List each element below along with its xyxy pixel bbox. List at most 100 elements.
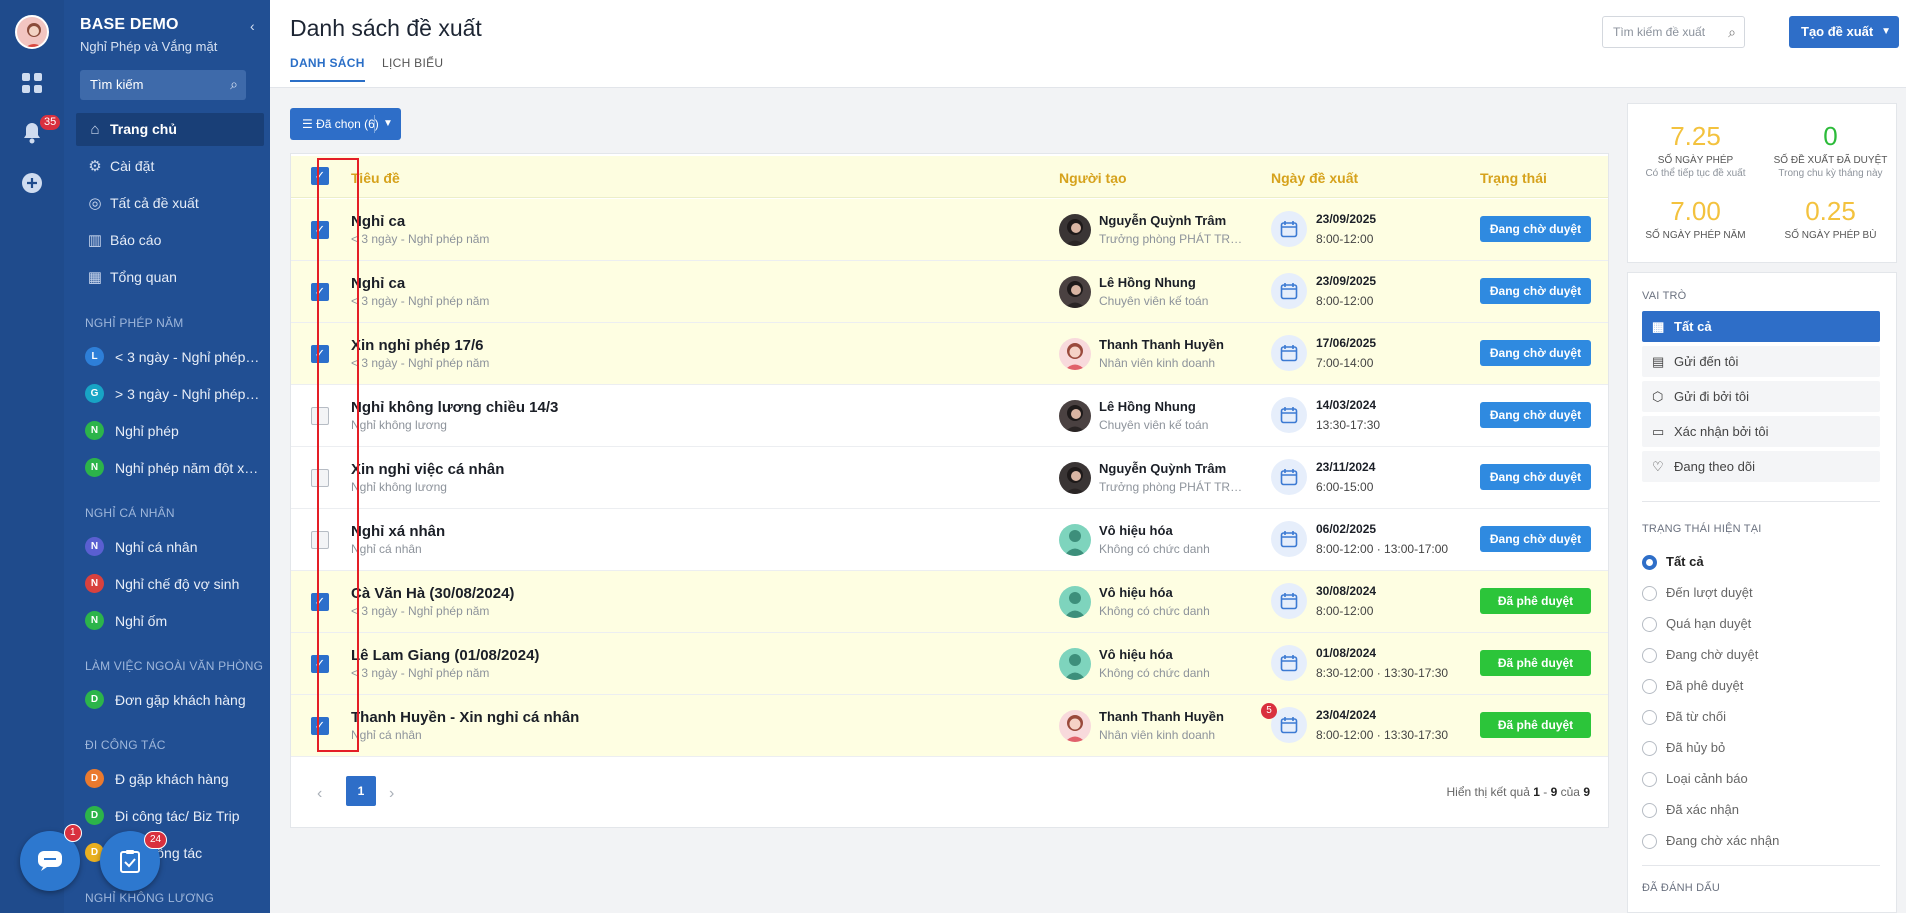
role-following[interactable]: ♡ Đang theo dõi (1642, 451, 1880, 482)
radio-button[interactable] (1642, 741, 1657, 756)
request-title[interactable]: Thanh Huyền - Xin nghỉ cá nhân (351, 709, 579, 726)
column-creator[interactable]: Người tạo (1059, 170, 1127, 186)
request-date: 23/09/2025 (1316, 212, 1377, 226)
nav-item-home[interactable]: ⌂ Trang chủ (76, 113, 264, 146)
gear-icon: ⚙ (88, 158, 102, 175)
creator-name: Vô hiệu hóa (1099, 523, 1173, 538)
request-title[interactable]: Nghỉ xá nhân (351, 523, 445, 540)
category-item[interactable]: N Nghỉ phép năm đột xuất (85, 456, 260, 480)
stat-sublabel: Trong chu kỳ tháng này (1778, 168, 1883, 179)
radio-button[interactable] (1642, 586, 1657, 601)
radio-button[interactable] (1642, 772, 1657, 787)
selected-dropdown-button[interactable]: ☰ Đã chọn (6) ▼ (290, 108, 401, 140)
request-date: 01/08/2024 (1316, 646, 1377, 660)
pagination-to: 9 (1550, 785, 1558, 799)
status-filter-option[interactable]: Loại cảnh báo (1642, 770, 1748, 790)
category-label: Nghỉ phép (115, 423, 179, 439)
tab-list[interactable]: DANH SÁCH (290, 56, 365, 82)
request-title[interactable]: Cà Văn Hà (30/08/2024) (351, 585, 514, 602)
request-title[interactable]: Nghỉ ca (351, 213, 405, 230)
sidebar: BASE DEMO Nghỉ Phép và Vắng mặt ‹ Tìm ki… (64, 0, 270, 913)
radio-button[interactable] (1642, 679, 1657, 694)
table-row[interactable]: ✓ Lê Lam Giang (01/08/2024) < 3 ngày - Ngh… (291, 633, 1608, 695)
status-badge: Đang chờ duyệt (1480, 216, 1591, 242)
category-item[interactable]: D Đơn gặp khách hàng (85, 688, 260, 712)
add-circle-icon[interactable] (20, 172, 44, 196)
user-avatar[interactable] (15, 15, 49, 49)
request-search-input[interactable]: Tìm kiếm đề xuất ⌕ (1602, 16, 1745, 48)
category-item[interactable]: N Nghỉ chế độ vợ sinh (85, 572, 260, 596)
status-filter-option[interactable]: Đã từ chối (1642, 708, 1726, 728)
status-filter-option[interactable]: Đã xác nhận (1642, 801, 1739, 821)
table-row[interactable]: ✓ Nghỉ ca < 3 ngày - Nghỉ phép năm Nguyễn Q… (291, 199, 1608, 261)
category-item[interactable]: N Nghỉ ốm (85, 609, 260, 633)
table-row[interactable]: ✓ Nghỉ ca < 3 ngày - Nghỉ phép năm Lê Hồng … (291, 261, 1608, 323)
apps-grid-icon[interactable] (20, 72, 44, 96)
page-1-button[interactable]: 1 (346, 776, 376, 806)
request-type: < 3 ngày - Nghỉ phép năm (351, 232, 490, 246)
radio-button[interactable] (1642, 648, 1657, 663)
filter-status-title: TRẠNG THÁI HIỆN TẠI (1642, 523, 1762, 535)
radio-button[interactable] (1642, 617, 1657, 632)
table-row[interactable]: Xin nghỉ việc cá nhân Nghỉ không lương Ngu… (291, 447, 1608, 509)
radio-button[interactable] (1642, 834, 1657, 849)
nav-item-overview[interactable]: ▦ Tổng quan (76, 261, 264, 294)
category-item[interactable]: D Đ gặp khách hàng (85, 767, 260, 791)
table-row[interactable]: Nghỉ không lương chiều 14/3 Nghỉ không lư… (291, 385, 1608, 447)
next-page-icon[interactable]: › (389, 785, 394, 803)
tab-schedule[interactable]: LỊCH BIỂU (382, 56, 443, 80)
create-request-button[interactable]: Tạo đề xuất ▼ (1789, 16, 1899, 48)
category-item[interactable]: L < 3 ngày - Nghỉ phép năm (85, 345, 260, 369)
list-icon: ☰ (302, 117, 317, 131)
collapse-sidebar-icon[interactable]: ‹ (250, 18, 255, 34)
table-row[interactable]: ✓ Xin nghỉ phép 17/6 < 3 ngày - Nghỉ phép … (291, 323, 1608, 385)
status-filter-option[interactable]: Đang chờ duyệt (1642, 646, 1758, 666)
status-filter-option[interactable]: Tất cả (1642, 553, 1704, 573)
request-title[interactable]: Xin nghỉ phép 17/6 (351, 337, 484, 354)
filter-role-title: VAI TRÒ (1642, 290, 1687, 302)
chevron-down-icon[interactable]: ▼ (383, 108, 393, 140)
category-item[interactable]: N Nghỉ phép (85, 419, 260, 443)
status-filter-option[interactable]: Đang chờ xác nhận (1642, 832, 1779, 852)
notification-badge: 35 (40, 115, 61, 130)
status-filter-option[interactable]: Đã hủy bỏ (1642, 739, 1725, 759)
role-label: Tất cả (1674, 319, 1712, 334)
creator-role: Trưởng phòng PHÁT TRIỂN KINH DOANH (1099, 480, 1244, 494)
radio-button[interactable] (1642, 803, 1657, 818)
table-row[interactable]: ✓ Thanh Huyền - Xin nghỉ cá nhân Nghỉ cá n… (291, 695, 1608, 757)
nav-item-all-requests[interactable]: ◎ Tất cả đề xuất (76, 187, 264, 220)
status-filter-option[interactable]: Quá hạn duyệt (1642, 615, 1751, 635)
request-type: Nghỉ cá nhân (351, 542, 422, 556)
role-all[interactable]: ▦ Tất cả (1642, 311, 1880, 342)
inbox-icon: ▤ (1652, 354, 1665, 369)
category-label: Nghỉ phép năm đột xuất (115, 460, 260, 476)
request-title[interactable]: Lê Lam Giang (01/08/2024) (351, 647, 539, 664)
status-badge: Đang chờ duyệt (1480, 278, 1591, 304)
creator-name: Thanh Thanh Huyền (1099, 337, 1224, 352)
category-item[interactable]: N Nghỉ cá nhân (85, 535, 260, 559)
category-letter-icon: N (85, 421, 104, 440)
status-filter-option[interactable]: Đã phê duyệt (1642, 677, 1743, 697)
status-filter-option[interactable]: Đến lượt duyệt (1642, 584, 1753, 604)
radio-button[interactable] (1642, 710, 1657, 725)
creator-role: Không có chức danh (1099, 604, 1210, 618)
radio-button[interactable] (1642, 555, 1657, 570)
table-row[interactable]: ✓ Cà Văn Hà (30/08/2024) < 3 ngày - Nghỉ p… (291, 571, 1608, 633)
role-sent-by-me[interactable]: ⬡ Gửi đi bởi tôi (1642, 381, 1880, 412)
category-item[interactable]: G > 3 ngày - Nghỉ phép năm (85, 382, 260, 406)
column-date[interactable]: Ngày đề xuất (1271, 170, 1358, 186)
prev-page-icon[interactable]: ‹ (317, 785, 322, 803)
request-title[interactable]: Nghỉ không lương chiều 14/3 (351, 399, 558, 416)
sidebar-search-input[interactable]: Tìm kiếm ⌕ (80, 70, 246, 100)
nav-item-reports[interactable]: ▥ Báo cáo (76, 224, 264, 257)
request-title[interactable]: Nghỉ ca (351, 275, 405, 292)
table-row[interactable]: Nghỉ xá nhân Nghỉ cá nhân Vô hiệu hóa Không… (291, 509, 1608, 571)
column-status[interactable]: Trạng thái (1480, 170, 1547, 186)
role-sent-to-me[interactable]: ▤ Gửi đến tôi (1642, 346, 1880, 377)
nav-item-settings[interactable]: ⚙ Cài đặt (76, 150, 264, 183)
home-icon: ⌂ (90, 121, 100, 138)
category-item[interactable]: D Đi công tác/ Biz Trip (85, 804, 260, 828)
role-confirmed-by-me[interactable]: ▭ Xác nhận bởi tôi (1642, 416, 1880, 447)
leave-stats-card: 7.25 SỐ NGÀY PHÉP Có thể tiếp tục đề xuất … (1627, 103, 1897, 263)
request-title[interactable]: Xin nghỉ việc cá nhân (351, 461, 504, 478)
